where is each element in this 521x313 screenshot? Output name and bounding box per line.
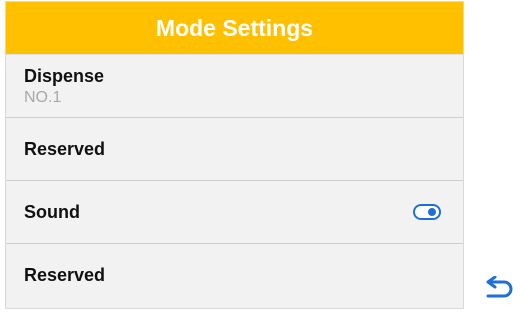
setting-label-reserved-2: Reserved bbox=[24, 265, 106, 285]
page-title: Mode Settings bbox=[6, 2, 463, 55]
setting-label-sound: Sound bbox=[24, 201, 80, 222]
toggle-knob-icon bbox=[428, 208, 436, 216]
setting-label-reserved-1: Reserved bbox=[24, 138, 106, 159]
mode-settings-panel: Mode Settings Dispense NO.1 Reserved Sou… bbox=[5, 1, 464, 309]
setting-label-dispense: Dispense bbox=[24, 65, 105, 86]
setting-value-dispense: NO.1 bbox=[24, 88, 62, 106]
back-button[interactable] bbox=[484, 275, 514, 302]
back-arrow-icon bbox=[486, 275, 513, 298]
setting-row-dispense[interactable]: Dispense NO.1 bbox=[6, 55, 463, 118]
setting-row-reserved-1[interactable]: Reserved bbox=[6, 118, 463, 181]
sound-toggle-switch[interactable] bbox=[413, 204, 441, 220]
setting-row-sound[interactable]: Sound bbox=[6, 181, 463, 244]
setting-row-reserved-2[interactable]: Reserved bbox=[6, 244, 463, 307]
page-title-text: Mode Settings bbox=[155, 14, 314, 41]
